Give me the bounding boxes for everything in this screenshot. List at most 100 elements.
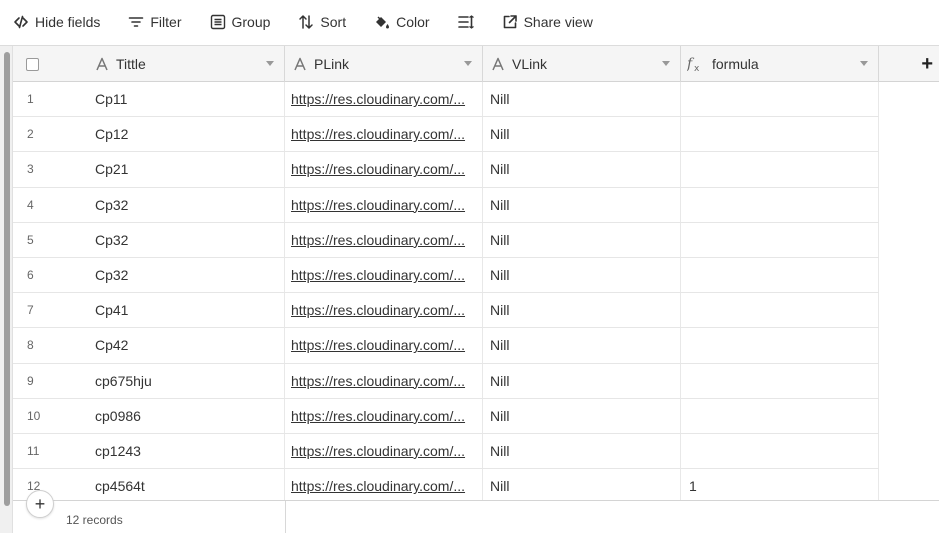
vertical-scrollbar[interactable] xyxy=(0,46,13,533)
add-column-button[interactable]: + xyxy=(879,46,937,82)
plink-url-link[interactable]: https://res.cloudinary.com/... xyxy=(291,337,473,353)
table-row[interactable]: 1 Cp11 https://res.cloudinary.com/... Nill xyxy=(13,82,879,118)
color-button[interactable]: Color xyxy=(372,8,431,36)
table-row[interactable]: 9 cp675hju https://res.cloudinary.com/... N… xyxy=(13,363,879,399)
cell-formula[interactable] xyxy=(681,363,879,398)
cell-formula[interactable] xyxy=(681,433,879,469)
add-row-button[interactable]: + xyxy=(26,490,54,518)
table-row[interactable]: 5 Cp32 https://res.cloudinary.com/... Nill xyxy=(13,222,879,258)
chevron-down-icon[interactable] xyxy=(860,61,868,66)
cell-tittle[interactable]: Cp11 xyxy=(86,82,285,117)
cell-formula[interactable]: 1 xyxy=(681,469,879,504)
table-row[interactable]: 11 cp1243 https://res.cloudinary.com/... Ni… xyxy=(13,433,879,470)
plink-url-link[interactable]: https://res.cloudinary.com/... xyxy=(291,161,473,177)
cell-plink[interactable]: https://res.cloudinary.com/... xyxy=(285,257,483,293)
column-header-tittle[interactable]: Tittle xyxy=(86,46,285,82)
cell-vlink[interactable]: Nill xyxy=(483,433,681,469)
cell-tittle[interactable]: Cp32 xyxy=(86,257,285,293)
column-header-label: Tittle xyxy=(116,56,146,72)
row-height-button[interactable] xyxy=(456,8,476,36)
cell-tittle[interactable]: Cp21 xyxy=(86,152,285,187)
table-row[interactable]: 3 Cp21 https://res.cloudinary.com/... Nill xyxy=(13,152,879,188)
plink-url-link[interactable]: https://res.cloudinary.com/... xyxy=(291,91,473,107)
cell-formula[interactable] xyxy=(681,187,879,222)
cell-tittle[interactable]: cp0986 xyxy=(86,398,285,433)
cell-vlink[interactable]: Nill xyxy=(483,152,681,187)
cell-tittle[interactable]: Cp32 xyxy=(86,187,285,222)
cell-plink[interactable]: https://res.cloudinary.com/... xyxy=(285,363,483,398)
table-row[interactable]: 4 Cp32 https://res.cloudinary.com/... Nill xyxy=(13,187,879,223)
table-row[interactable]: 7 Cp41 https://res.cloudinary.com/... Nill xyxy=(13,293,879,329)
cell-vlink[interactable]: Nill xyxy=(483,469,681,504)
plink-url-link[interactable]: https://res.cloudinary.com/... xyxy=(291,478,473,494)
cell-vlink[interactable]: Nill xyxy=(483,398,681,433)
column-header-vlink[interactable]: VLink xyxy=(483,46,681,82)
cell-vlink[interactable]: Nill xyxy=(483,82,681,117)
svg-text:x: x xyxy=(694,64,700,72)
plink-url-link[interactable]: https://res.cloudinary.com/... xyxy=(291,373,473,389)
plink-url-link[interactable]: https://res.cloudinary.com/... xyxy=(291,126,473,142)
column-header-formula[interactable]: fx formula xyxy=(681,46,879,82)
color-label: Color xyxy=(396,14,430,30)
select-all-checkbox[interactable] xyxy=(26,57,39,71)
cell-plink[interactable]: https://res.cloudinary.com/... xyxy=(285,328,483,363)
cell-plink[interactable]: https://res.cloudinary.com/... xyxy=(285,117,483,152)
cell-vlink[interactable]: Nill xyxy=(483,187,681,222)
table-row[interactable]: 12 cp4564t https://res.cloudinary.com/... N… xyxy=(13,469,879,505)
cell-plink[interactable]: https://res.cloudinary.com/... xyxy=(285,293,483,328)
cell-plink[interactable]: https://res.cloudinary.com/... xyxy=(285,187,483,222)
grid-body: 1 Cp11 https://res.cloudinary.com/... Nill 2… xyxy=(13,82,879,505)
column-header-plink[interactable]: PLink xyxy=(285,46,483,82)
text-field-icon xyxy=(491,57,505,71)
cell-vlink[interactable]: Nill xyxy=(483,328,681,363)
cell-vlink[interactable]: Nill xyxy=(483,257,681,293)
plink-url-link[interactable]: https://res.cloudinary.com/... xyxy=(291,197,473,213)
cell-tittle[interactable]: cp1243 xyxy=(86,433,285,469)
cell-tittle[interactable]: cp675hju xyxy=(86,363,285,398)
chevron-down-icon[interactable] xyxy=(266,61,274,66)
chevron-down-icon[interactable] xyxy=(662,61,670,66)
cell-vlink[interactable]: Nill xyxy=(483,222,681,257)
cell-plink[interactable]: https://res.cloudinary.com/... xyxy=(285,398,483,433)
cell-vlink[interactable]: Nill xyxy=(483,293,681,328)
table-row[interactable]: 6 Cp32 https://res.cloudinary.com/... Nill xyxy=(13,257,879,294)
plink-url-link[interactable]: https://res.cloudinary.com/... xyxy=(291,443,473,459)
cell-vlink[interactable]: Nill xyxy=(483,363,681,398)
scrollbar-thumb[interactable] xyxy=(4,52,10,506)
cell-formula[interactable] xyxy=(681,257,879,293)
filter-button[interactable]: Filter xyxy=(126,8,183,36)
plink-url-link[interactable]: https://res.cloudinary.com/... xyxy=(291,408,473,424)
cell-plink[interactable]: https://res.cloudinary.com/... xyxy=(285,469,483,504)
plink-url-link[interactable]: https://res.cloudinary.com/... xyxy=(291,232,473,248)
cell-plink[interactable]: https://res.cloudinary.com/... xyxy=(285,152,483,187)
hide-fields-button[interactable]: Hide fields xyxy=(11,8,102,36)
table-row[interactable]: 10 cp0986 https://res.cloudinary.com/... Ni… xyxy=(13,398,879,434)
table-row[interactable]: 8 Cp42 https://res.cloudinary.com/... Nill xyxy=(13,328,879,364)
chevron-down-icon[interactable] xyxy=(464,61,472,66)
cell-tittle[interactable]: Cp41 xyxy=(86,293,285,328)
cell-formula[interactable] xyxy=(681,82,879,117)
group-button[interactable]: Group xyxy=(208,8,273,36)
cell-plink[interactable]: https://res.cloudinary.com/... xyxy=(285,82,483,117)
cell-plink[interactable]: https://res.cloudinary.com/... xyxy=(285,222,483,257)
row-number: 10 xyxy=(27,408,41,423)
grid-footer: + 12 records xyxy=(13,490,939,533)
plink-url-link[interactable]: https://res.cloudinary.com/... xyxy=(291,302,473,318)
cell-tittle[interactable]: Cp42 xyxy=(86,328,285,363)
cell-tittle[interactable]: cp4564t xyxy=(86,469,285,504)
cell-formula[interactable] xyxy=(681,152,879,187)
share-view-button[interactable]: Share view xyxy=(500,8,595,36)
cell-formula[interactable] xyxy=(681,328,879,363)
table-row[interactable]: 2 Cp12 https://res.cloudinary.com/... Nill xyxy=(13,117,879,153)
cell-formula[interactable] xyxy=(681,398,879,433)
cell-formula[interactable] xyxy=(681,117,879,152)
cell-formula[interactable] xyxy=(681,222,879,257)
cell-plink[interactable]: https://res.cloudinary.com/... xyxy=(285,433,483,469)
footer-divider xyxy=(285,501,286,533)
cell-tittle[interactable]: Cp32 xyxy=(86,222,285,257)
plink-url-link[interactable]: https://res.cloudinary.com/... xyxy=(291,267,473,283)
cell-formula[interactable] xyxy=(681,293,879,328)
cell-tittle[interactable]: Cp12 xyxy=(86,117,285,152)
sort-button[interactable]: Sort xyxy=(296,8,348,36)
cell-vlink[interactable]: Nill xyxy=(483,117,681,152)
